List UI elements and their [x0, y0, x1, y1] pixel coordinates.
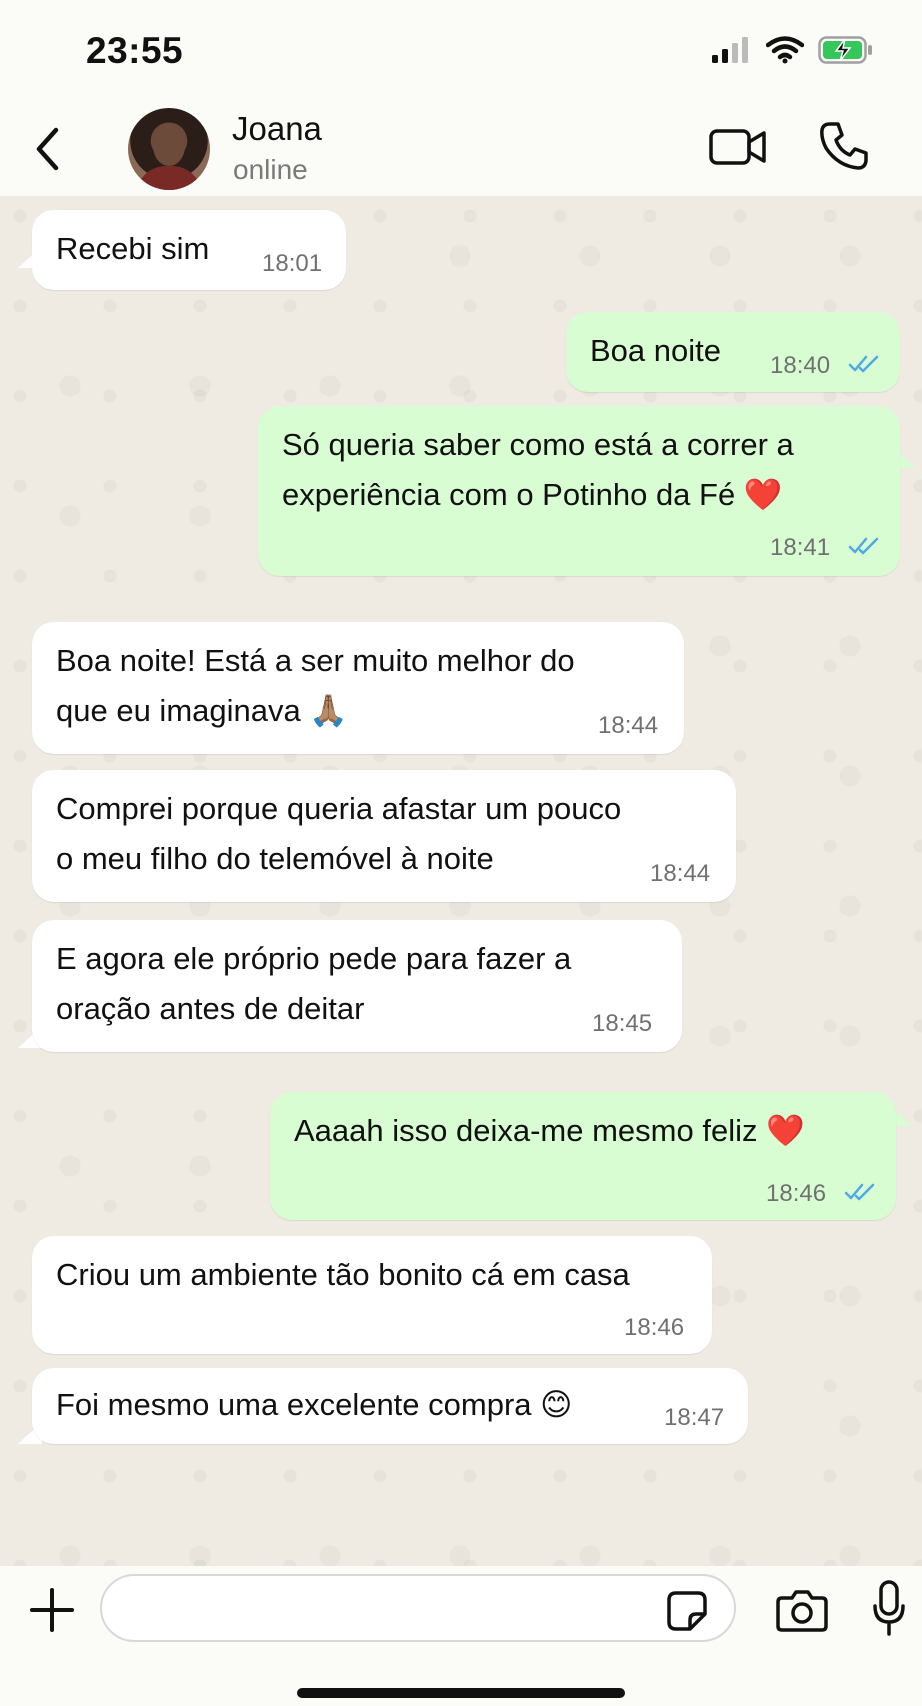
heart-emoji: ❤️ — [743, 477, 783, 512]
double-check-read-icon — [848, 355, 879, 373]
message-text-line: Aaaah isso deixa-me mesmo feliz ❤️ — [294, 1104, 805, 1158]
message-time: 18:01 — [262, 250, 323, 277]
chat-area[interactable]: Recebi sim 18:01 Boa noite 18:40 Só quer… — [0, 196, 922, 1566]
avatar-body — [136, 166, 202, 190]
message-time: 18:45 — [592, 1010, 653, 1037]
message-time: 18:47 — [664, 1404, 725, 1431]
composer-bar — [0, 1566, 922, 1706]
double-check-read-icon — [848, 537, 879, 555]
message-bubble-incoming[interactable]: Foi mesmo uma excelente compra 😊 18:47 — [32, 1368, 748, 1444]
double-check-read-icon — [844, 1183, 875, 1201]
status-time: 23:55 — [86, 30, 184, 71]
message-bubble-incoming[interactable]: Comprei porque queria afastar um pouco o… — [32, 770, 736, 902]
battery-charging-icon — [818, 36, 872, 64]
message-text-line-part: Aaaah isso deixa-me mesmo feliz — [294, 1113, 758, 1148]
message-text-line: oração antes de deitar — [56, 991, 365, 1026]
message-bubble-incoming[interactable]: Boa noite! Está a ser muito melhor do qu… — [32, 622, 684, 754]
message-bubble-outgoing[interactable]: Aaaah isso deixa-me mesmo feliz ❤️ 18:46 — [270, 1092, 896, 1220]
smiling-face-emoji: 😊 — [540, 1387, 573, 1422]
message-time: 18:46 — [766, 1180, 827, 1207]
cellular-signal-icon — [712, 37, 748, 63]
message-text: Boa noite — [590, 333, 721, 368]
contact-status: online — [233, 154, 308, 185]
wifi-icon — [766, 36, 804, 64]
message-text-line-part: Foi mesmo uma excelente compra — [56, 1387, 532, 1422]
message-bubble-outgoing[interactable]: Boa noite 18:40 — [566, 312, 900, 392]
message-text: Recebi sim — [56, 231, 210, 266]
camera-icon[interactable] — [776, 1588, 828, 1632]
message-text: Criou um ambiente tão bonito cá em casa — [56, 1257, 630, 1292]
message-bubble-incoming[interactable]: Recebi sim 18:01 — [32, 210, 346, 290]
status-icons — [712, 36, 874, 64]
message-bubble-outgoing[interactable]: Só queria saber como está a correr a exp… — [258, 406, 900, 576]
phone-icon[interactable] — [818, 120, 870, 172]
message-text-line: Comprei porque queria afastar um pouco — [56, 791, 622, 826]
contact-name[interactable]: Joana — [232, 110, 322, 148]
message-bubble-incoming[interactable]: Criou um ambiente tão bonito cá em casa … — [32, 1236, 712, 1354]
heart-emoji: ❤️ — [766, 1113, 805, 1148]
message-text-line-part: que eu imaginava — [56, 693, 301, 728]
message-text-line: que eu imaginava 🙏🏽 — [56, 684, 348, 738]
avatar-face — [153, 126, 185, 166]
praying-hands-emoji: 🙏🏽 — [309, 693, 348, 728]
message-time: 18:41 — [770, 534, 831, 561]
message-text-line: Só queria saber como está a correr a — [282, 427, 794, 462]
microphone-icon[interactable] — [872, 1580, 906, 1636]
avatar[interactable] — [128, 108, 210, 190]
message-time: 18:44 — [598, 712, 659, 739]
message-text-line: o meu filho do telemóvel à noite — [56, 841, 494, 876]
message-text-line: Foi mesmo uma excelente compra 😊 — [56, 1378, 572, 1432]
video-camera-icon[interactable] — [708, 124, 768, 170]
message-time: 18:46 — [624, 1314, 685, 1341]
message-text-line: Boa noite! Está a ser muito melhor do — [56, 643, 575, 678]
chevron-left-icon[interactable] — [30, 124, 66, 174]
message-text-line: experiência com o Potinho da Fé ❤️ — [282, 468, 782, 522]
message-bubble-incoming[interactable]: E agora ele próprio pede para fazer a or… — [32, 920, 682, 1052]
home-indicator[interactable] — [297, 1688, 625, 1698]
status-bar: 23:55 — [0, 0, 922, 100]
message-text-line: E agora ele próprio pede para fazer a — [56, 941, 572, 976]
sticker-icon[interactable] — [666, 1590, 708, 1632]
chat-header: Joana online — [0, 100, 922, 196]
message-input[interactable] — [100, 1574, 736, 1642]
message-text-line-part: experiência com o Potinho da Fé — [282, 477, 736, 512]
message-time: 18:40 — [770, 352, 831, 379]
message-time: 18:44 — [650, 860, 711, 887]
plus-icon[interactable] — [28, 1586, 76, 1634]
